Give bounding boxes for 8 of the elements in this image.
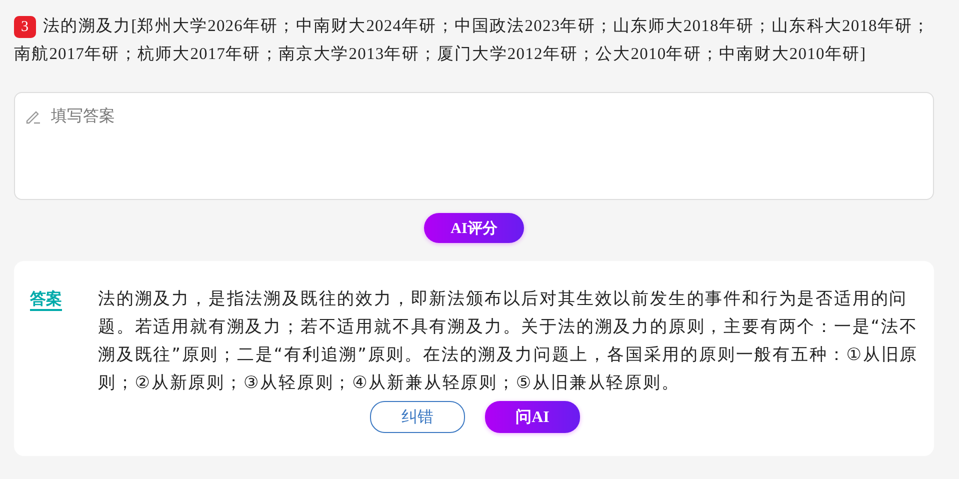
answer-text: 法的溯及力，是指法溯及既往的效力，即新法颁布以后对其生效以前发生的事件和行为是否适用的问题。若适用就有溯及力；若不适用就不具有溯及力。关于法的溯及力的原则，主要有两个：一是“法不溯及既往”原则；二是“有利追溯”原则。在法的溯及力问题上，各国采用的原则一般有五种：①从旧原则；②从新原则；③从轻原则；④从新兼从轻原则；⑤从旧兼从轻原则。 <box>98 288 920 395</box>
answer-input-field[interactable]: 填写答案 <box>14 92 934 200</box>
correction-button[interactable]: 纠错 <box>370 401 465 433</box>
ai-grade-button[interactable]: AI评分 <box>424 213 524 243</box>
question-text: 3 法的溯及力[郑州大学2026年研；中南财大2024年研；中国政法2023年研；山东师大2018年研；山东科大2018年研；南航2017年研；杭师大2017年研；南京大学2013年研；厦门大学2012年研；公大2010年研；中南财大2010年研] <box>14 15 932 65</box>
question-number-badge: 3 <box>14 16 36 38</box>
ask-ai-button[interactable]: 问AI <box>485 401 580 433</box>
answer-label: 答案 <box>30 289 62 311</box>
